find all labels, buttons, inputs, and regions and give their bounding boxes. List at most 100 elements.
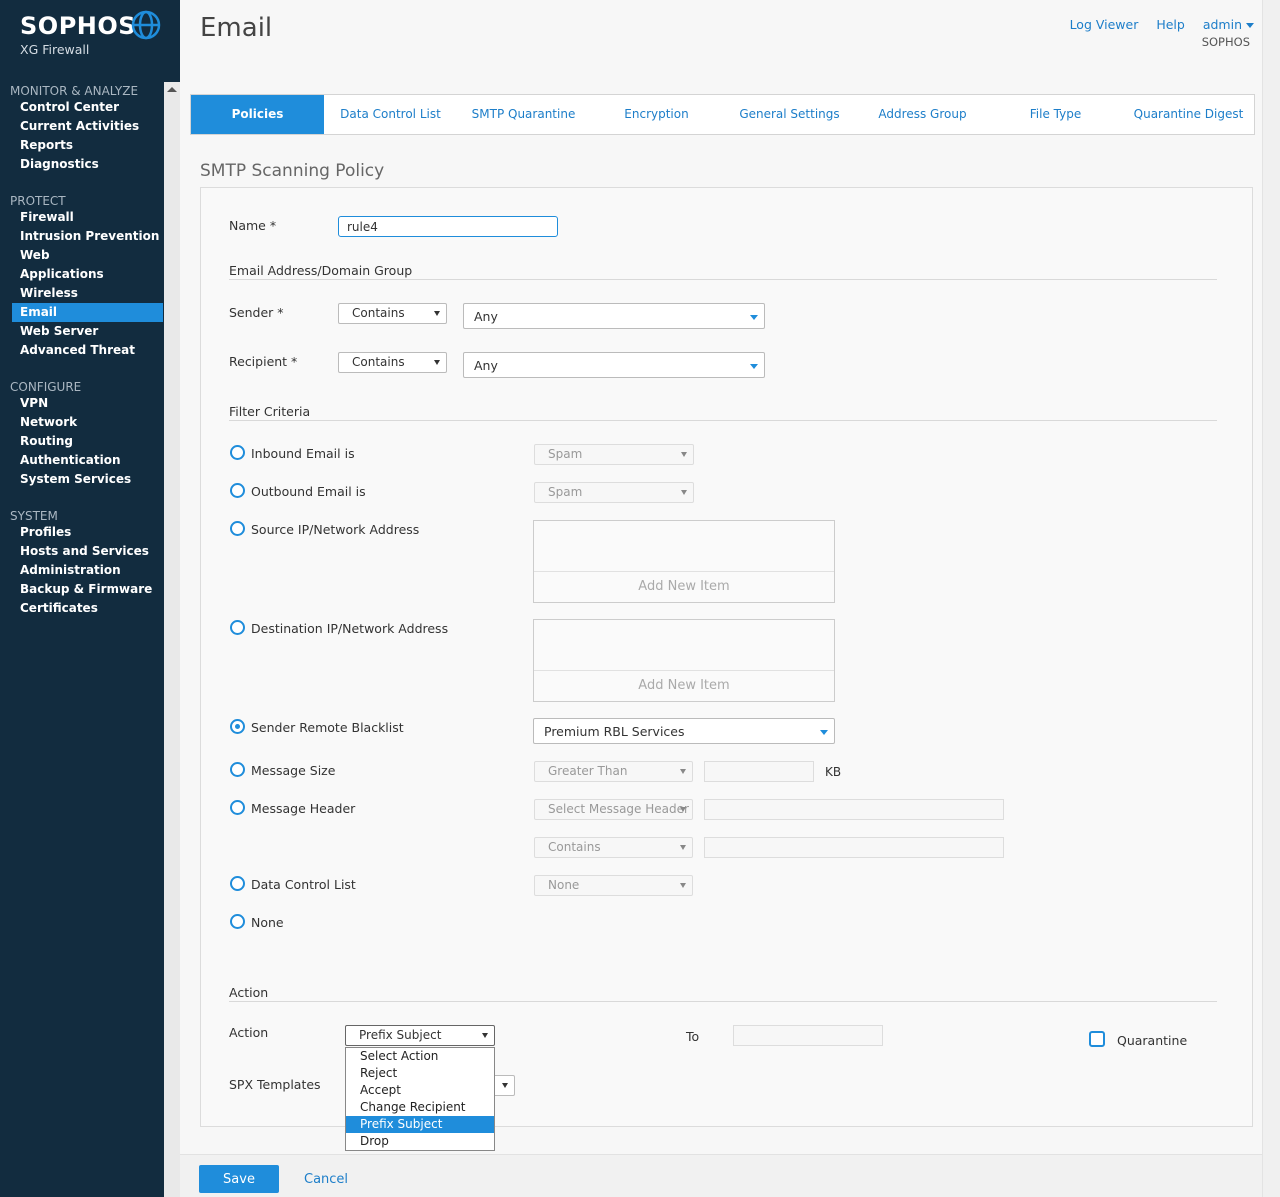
message-header-label: Message Header (251, 801, 356, 816)
sidebar-scrollbar[interactable] (164, 82, 180, 1197)
action-label: Action (229, 1025, 269, 1040)
caret-down-icon (820, 730, 828, 735)
nav-system-services[interactable]: System Services (12, 470, 163, 489)
action-select[interactable]: Prefix Subject (345, 1025, 495, 1046)
message-header-select[interactable]: Select Message Header (534, 799, 693, 820)
caret-down-icon (681, 452, 687, 457)
nav-routing[interactable]: Routing (12, 432, 163, 451)
nav-network[interactable]: Network (12, 413, 163, 432)
tab-data-control-list[interactable]: Data Control List (324, 95, 457, 134)
caret-down-icon (681, 490, 687, 495)
help-link[interactable]: Help (1156, 17, 1185, 32)
message-size-label: Message Size (251, 763, 336, 778)
recipient-group-value: Any (474, 358, 498, 373)
tab-file-type[interactable]: File Type (989, 95, 1122, 134)
nav-diagnostics[interactable]: Diagnostics (12, 155, 163, 174)
brand-name: SOPHOS (20, 12, 137, 40)
rbl-select[interactable]: Premium RBL Services (533, 718, 835, 744)
caret-down-icon (680, 845, 686, 850)
admin-menu[interactable]: admin (1203, 17, 1254, 32)
rbl-radio[interactable] (230, 719, 245, 734)
nav-control-center[interactable]: Control Center (12, 98, 163, 117)
tab-policies[interactable]: Policies (191, 95, 324, 134)
message-size-op-select[interactable]: Greater Than (534, 761, 693, 782)
tab-address-group[interactable]: Address Group (856, 95, 989, 134)
recipient-group-select[interactable]: Any (463, 352, 765, 378)
message-size-input[interactable] (704, 761, 814, 782)
name-label: Name * (229, 218, 277, 233)
action-option-change-recipient[interactable]: Change Recipient (346, 1099, 494, 1116)
recipient-operator-select[interactable]: Contains (338, 352, 447, 373)
sender-operator-select[interactable]: Contains (338, 303, 447, 324)
dest-ip-radio[interactable] (230, 620, 245, 635)
message-header-radio[interactable] (230, 800, 245, 815)
dcl-radio[interactable] (230, 876, 245, 891)
product-name: XG Firewall (20, 42, 90, 57)
outbound-radio[interactable] (230, 483, 245, 498)
dcl-select[interactable]: None (534, 875, 693, 896)
dcl-label: Data Control List (251, 877, 356, 892)
header-op-select[interactable]: Contains (534, 837, 693, 858)
sender-operator-value: Contains (352, 306, 405, 320)
nav-administration[interactable]: Administration (12, 561, 163, 580)
none-radio[interactable] (230, 914, 245, 929)
tab-encryption[interactable]: Encryption (590, 95, 723, 134)
logo: SOPHOS XG Firewall (20, 12, 136, 57)
scroll-up-icon[interactable] (167, 87, 177, 92)
action-dropdown-list: Select Action Reject Accept Change Recip… (345, 1047, 495, 1151)
action-option-prefix-subject[interactable]: Prefix Subject (346, 1116, 494, 1133)
tab-general-settings[interactable]: General Settings (723, 95, 856, 134)
nav-wireless[interactable]: Wireless (12, 284, 163, 303)
name-input[interactable] (338, 216, 558, 237)
nav-vpn[interactable]: VPN (12, 394, 163, 413)
nav-applications[interactable]: Applications (12, 265, 163, 284)
quarantine-checkbox[interactable] (1089, 1031, 1105, 1047)
nav-web-server[interactable]: Web Server (12, 322, 163, 341)
action-option-select-action[interactable]: Select Action (346, 1048, 494, 1065)
action-option-reject[interactable]: Reject (346, 1065, 494, 1082)
log-viewer-link[interactable]: Log Viewer (1070, 17, 1139, 32)
dcl-value: None (548, 878, 580, 892)
dest-add-new-item[interactable]: Add New Item (534, 670, 834, 701)
cancel-link[interactable]: Cancel (304, 1172, 348, 1187)
nav-current-activities[interactable]: Current Activities (12, 117, 163, 136)
outbound-select[interactable]: Spam (534, 482, 694, 503)
nav-backup-firmware[interactable]: Backup & Firmware (12, 580, 163, 599)
tab-smtp-quarantine[interactable]: SMTP Quarantine (457, 95, 590, 134)
message-size-op-value: Greater Than (548, 764, 628, 778)
sender-label: Sender * (229, 305, 284, 320)
inbound-select[interactable]: Spam (534, 444, 694, 465)
caret-down-icon (750, 315, 758, 320)
nav-hosts-and-services[interactable]: Hosts and Services (12, 542, 163, 561)
sender-group-select[interactable]: Any (463, 303, 765, 329)
nav-email[interactable]: Email (12, 303, 163, 322)
action-option-drop[interactable]: Drop (346, 1133, 494, 1150)
source-ip-radio[interactable] (230, 521, 245, 536)
nav-intrusion-prevention[interactable]: Intrusion Prevention (12, 227, 163, 246)
save-button[interactable]: Save (199, 1165, 279, 1193)
nav-firewall[interactable]: Firewall (12, 208, 163, 227)
message-header-input[interactable] (704, 799, 1004, 820)
action-option-accept[interactable]: Accept (346, 1082, 494, 1099)
divider (229, 1001, 1217, 1002)
nav-authentication[interactable]: Authentication (12, 451, 163, 470)
caret-down-icon (482, 1033, 488, 1038)
action-group-title: Action (229, 985, 269, 1000)
inbound-radio[interactable] (230, 445, 245, 460)
message-size-radio[interactable] (230, 762, 245, 777)
tab-quarantine-digest[interactable]: Quarantine Digest (1122, 95, 1255, 134)
header-value-input[interactable] (704, 837, 1004, 858)
source-ip-list: Add New Item (533, 520, 835, 603)
nav-profiles[interactable]: Profiles (12, 523, 163, 542)
nav-certificates[interactable]: Certificates (12, 599, 163, 618)
email-group-title: Email Address/Domain Group (229, 263, 413, 278)
sender-group-value: Any (474, 309, 498, 324)
nav-reports[interactable]: Reports (12, 136, 163, 155)
page-scrollbar[interactable] (1262, 0, 1280, 1197)
to-label: To (686, 1029, 700, 1044)
to-input[interactable] (733, 1025, 883, 1046)
nav-advanced-threat[interactable]: Advanced Threat (12, 341, 163, 360)
nav-web[interactable]: Web (12, 246, 163, 265)
section-protect: PROTECT (10, 194, 66, 208)
source-add-new-item[interactable]: Add New Item (534, 571, 834, 602)
